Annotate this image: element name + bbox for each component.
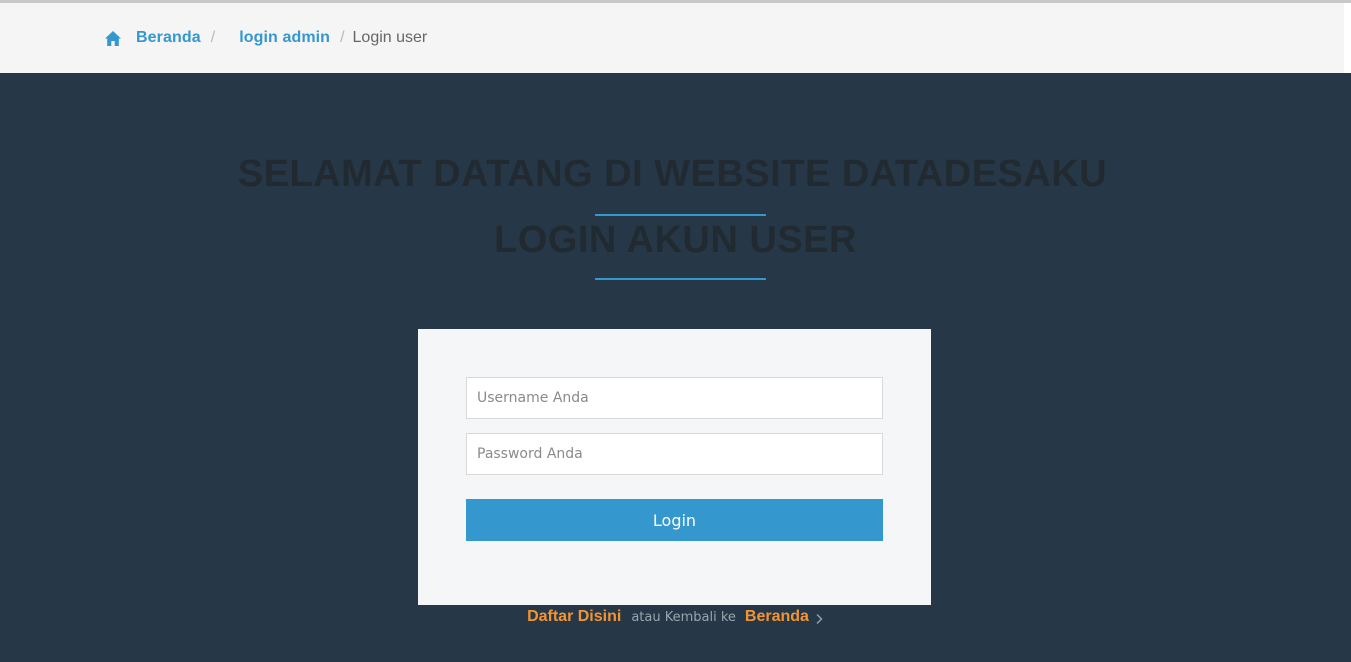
breadcrumb-home-link[interactable]: Beranda (136, 29, 201, 47)
breadcrumb-separator: / (210, 29, 216, 46)
subtitle-underline (595, 278, 766, 280)
title-underline (595, 214, 766, 216)
username-input[interactable] (466, 377, 883, 419)
password-input[interactable] (466, 433, 883, 475)
breadcrumb-login-admin-link[interactable]: login admin (239, 29, 330, 47)
login-form: Login (418, 329, 931, 605)
page-title: SELAMAT DATANG DI WEBSITE DATADESAKU (237, 153, 1108, 195)
scroll-gutter (1344, 3, 1351, 73)
chevron-right-icon (814, 611, 824, 624)
footer-links: Daftar Disini atau Kembali ke Beranda (0, 607, 1351, 628)
page-subtitle: LOGIN AKUN USER (494, 219, 857, 261)
login-hero: SELAMAT DATANG DI WEBSITE DATADESAKU LOG… (0, 73, 1351, 662)
breadcrumb: Beranda / login admin / Login user (0, 3, 1344, 73)
register-link[interactable]: Daftar Disini (527, 608, 621, 625)
breadcrumb-current: Login user (352, 29, 428, 46)
footer-text: atau Kembali ke (631, 610, 736, 625)
breadcrumb-separator: / (340, 29, 345, 46)
footer-home-link[interactable]: Beranda (745, 608, 809, 625)
login-button[interactable]: Login (466, 499, 883, 541)
home-icon[interactable] (104, 29, 122, 47)
